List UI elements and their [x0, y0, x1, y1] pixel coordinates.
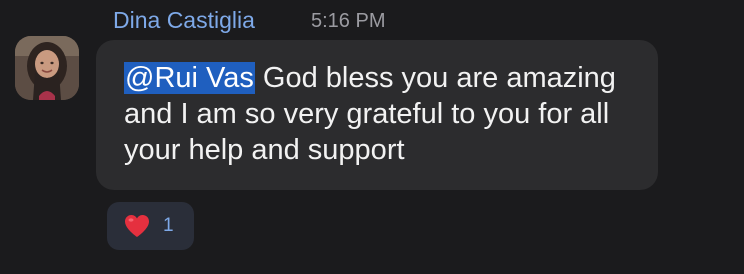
avatar-photo — [15, 36, 79, 100]
user-mention[interactable]: @Rui Vas — [124, 62, 255, 94]
reaction-button[interactable]: 1 — [107, 202, 194, 250]
reaction-count: 1 — [163, 215, 174, 236]
chat-message: Dina Castiglia 5:16 PM @Rui Vas God bles… — [0, 0, 744, 274]
message-text: @Rui Vas God bless you are amazing and I… — [124, 60, 644, 168]
heart-icon — [125, 215, 149, 237]
message-timestamp: 5:16 PM — [311, 10, 386, 32]
avatar[interactable] — [15, 36, 79, 100]
sender-name[interactable]: Dina Castiglia — [113, 6, 255, 34]
